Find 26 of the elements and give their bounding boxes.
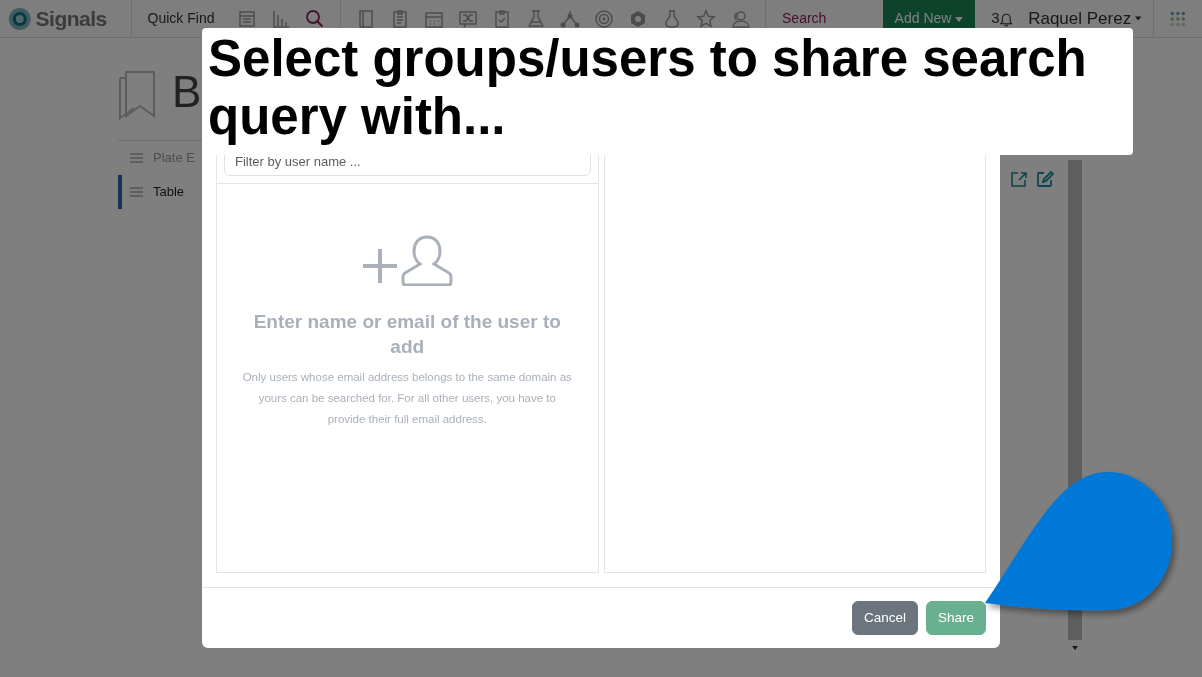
caret-icon bbox=[1135, 16, 1142, 21]
share-icon[interactable] bbox=[1010, 170, 1028, 188]
users-icon[interactable] bbox=[730, 8, 751, 29]
bookmark-icon bbox=[118, 70, 156, 120]
add-user-icon bbox=[361, 234, 454, 286]
search-icon[interactable] bbox=[305, 8, 326, 29]
network-icon[interactable] bbox=[560, 8, 581, 29]
drag-handle-icon[interactable] bbox=[130, 187, 143, 197]
target-icon[interactable] bbox=[594, 8, 615, 29]
search-field[interactable]: Search bbox=[782, 8, 883, 29]
edit-icon[interactable] bbox=[1036, 170, 1054, 188]
quick-find-link[interactable]: Quick Find bbox=[147, 8, 215, 29]
caret-icon bbox=[955, 16, 964, 22]
cancel-button[interactable]: Cancel bbox=[851, 600, 918, 636]
notification-count: 3 bbox=[991, 8, 1000, 29]
flask-icon[interactable] bbox=[526, 8, 547, 29]
drag-handle-icon[interactable] bbox=[130, 153, 143, 163]
bar-chart-icon[interactable] bbox=[271, 8, 292, 29]
empty-state-title: Enter name or email of the user to add bbox=[252, 310, 562, 359]
empty-state-text: Only users whose email address belongs to the same domain as yours can be searched for. For all other users, you have to provide their full email address. bbox=[241, 370, 573, 428]
star-icon[interactable] bbox=[696, 8, 717, 29]
shuffle-icon[interactable] bbox=[458, 8, 479, 29]
callout-title: Select groups/users to share search query with... bbox=[202, 28, 1133, 155]
app-logo[interactable]: Signals bbox=[35, 2, 107, 35]
layout-icon[interactable] bbox=[237, 8, 258, 29]
page-title: B bbox=[172, 70, 202, 118]
